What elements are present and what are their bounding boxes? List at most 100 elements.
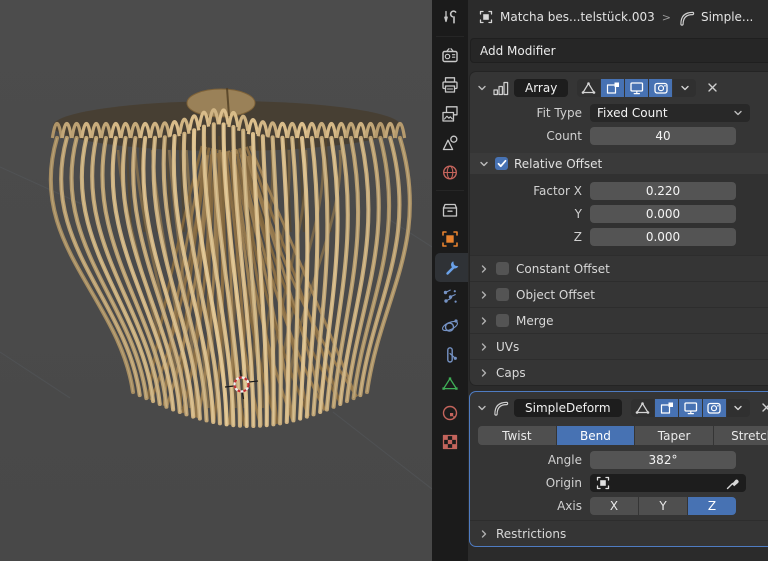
tab-collection[interactable] (432, 195, 468, 224)
section-merge[interactable]: Merge (470, 307, 768, 333)
physics-icon (440, 316, 460, 336)
factor-x-label: Factor X (478, 184, 590, 198)
factor-z-label: Z (478, 230, 590, 244)
whisk-object[interactable] (51, 88, 410, 426)
object-data-icon (440, 374, 460, 394)
viewport-canvas[interactable] (0, 0, 432, 561)
fit-type-value: Fixed Count (597, 106, 668, 120)
add-modifier-button[interactable]: Add Modifier (470, 38, 768, 63)
tab-object[interactable] (432, 224, 468, 253)
eyedropper-icon[interactable] (725, 475, 741, 491)
expand-relative-offset-icon[interactable] (479, 159, 489, 169)
tab-physics[interactable] (432, 311, 468, 340)
chevron-right-icon (479, 368, 489, 378)
chevron-right-icon (479, 264, 489, 274)
toggle-on-cage[interactable] (631, 399, 654, 417)
tab-constraints[interactable] (432, 340, 468, 369)
fit-type-dropdown[interactable]: Fixed Count (590, 104, 750, 122)
section-restrictions[interactable]: Restrictions (470, 520, 768, 546)
breadcrumb-separator: > (661, 11, 672, 24)
tab-object-data[interactable] (432, 369, 468, 398)
section-constant-offset[interactable]: Constant Offset (470, 255, 768, 281)
section-checkbox[interactable] (496, 288, 509, 301)
modifier-extras-button[interactable] (673, 79, 696, 97)
expand-array-icon[interactable] (477, 83, 487, 93)
tool-icon (440, 8, 460, 28)
3d-viewport[interactable] (0, 0, 432, 561)
simpledeform-name-field[interactable]: SimpleDeform (514, 399, 622, 417)
simpledeform-icon (678, 9, 695, 26)
chevron-right-icon (479, 316, 489, 326)
tab-scene[interactable] (432, 128, 468, 157)
tab-texture[interactable] (432, 427, 468, 456)
factor-z-field[interactable]: 0.000 (590, 228, 736, 246)
tab-world[interactable] (432, 157, 468, 186)
relative-offset-header[interactable]: Relative Offset (470, 153, 768, 174)
fit-type-label: Fit Type (478, 106, 590, 120)
render-icon (440, 46, 460, 66)
breadcrumb-object[interactable]: Matcha bes...telstück.003 (500, 10, 655, 24)
toggle-on-cage[interactable] (577, 79, 600, 97)
toggle-render[interactable] (703, 399, 726, 417)
world-icon (440, 162, 460, 182)
tab-render[interactable] (432, 41, 468, 70)
modifier-extras-button[interactable] (727, 399, 750, 417)
section-object-offset[interactable]: Object Offset (470, 281, 768, 307)
toggle-render[interactable] (649, 79, 672, 97)
expand-simpledeform-icon[interactable] (477, 403, 487, 413)
tab-view-layer[interactable] (432, 99, 468, 128)
factor-y-field[interactable]: 0.000 (590, 205, 736, 223)
tab-output[interactable] (432, 70, 468, 99)
view-layer-icon (440, 104, 460, 124)
axis-row: Axis XYZ (478, 496, 768, 516)
chevron-right-icon (479, 529, 489, 539)
toggle-edit-mode[interactable] (601, 79, 624, 97)
factor-x-field[interactable]: 0.220 (590, 182, 736, 200)
section-checkbox[interactable] (496, 314, 509, 327)
angle-field[interactable]: 382° (590, 451, 736, 469)
section-uvs[interactable]: UVs (470, 333, 768, 359)
relative-offset-body: Factor X 0.220 Y 0.000 Z 0.000 (470, 174, 768, 255)
chevron-right-icon (479, 342, 489, 352)
origin-object-field[interactable] (590, 474, 746, 492)
factor-x-row: Factor X 0.220 (478, 181, 768, 201)
mode-twist-button[interactable]: Twist (478, 426, 556, 445)
section-checkbox[interactable] (496, 262, 509, 275)
count-row: Count 40 (478, 126, 768, 146)
scene-icon (440, 133, 460, 153)
tab-modifiers[interactable] (435, 253, 468, 282)
relative-offset-label: Relative Offset (514, 157, 602, 171)
count-label: Count (478, 129, 590, 143)
tab-material[interactable] (432, 398, 468, 427)
relative-offset-checkbox[interactable] (495, 157, 508, 170)
mode-stretch-button[interactable]: Stretch (714, 426, 768, 445)
toggle-realtime[interactable] (625, 79, 648, 97)
delete-modifier-button[interactable] (706, 81, 719, 94)
section-caps[interactable]: Caps (470, 359, 768, 385)
toggle-realtime[interactable] (679, 399, 702, 417)
constraints-icon (440, 345, 460, 365)
properties-main: Matcha bes...telstück.003 > Simple... Ad… (468, 0, 768, 561)
section-label: Object Offset (516, 288, 595, 302)
simpledeform-panel-header: SimpleDeform (470, 392, 768, 420)
axis-y-button[interactable]: Y (639, 497, 687, 515)
deform-mode-row: TwistBendTaperStretch (478, 426, 768, 445)
tab-particles[interactable] (432, 282, 468, 311)
delete-modifier-button[interactable] (760, 401, 768, 414)
toggle-edit-mode[interactable] (655, 399, 678, 417)
count-field[interactable]: 40 (590, 127, 736, 145)
tab-tool[interactable] (432, 3, 468, 32)
breadcrumb-modifier[interactable]: Simple... (701, 10, 753, 24)
mode-bend-button[interactable]: Bend (557, 426, 635, 445)
section-label: Caps (496, 366, 526, 380)
mode-taper-button[interactable]: Taper (635, 426, 713, 445)
array-name-field[interactable]: Array (514, 79, 568, 97)
fit-type-row: Fit Type Fixed Count (478, 103, 768, 123)
origin-row: Origin (478, 473, 768, 493)
axis-z-button[interactable]: Z (688, 497, 736, 515)
simpledeform-collapsed-sections: Restrictions (470, 520, 768, 546)
axis-x-button[interactable]: X (590, 497, 638, 515)
collection-icon (440, 200, 460, 220)
tab-separator (436, 190, 464, 191)
tab-separator (436, 36, 464, 37)
